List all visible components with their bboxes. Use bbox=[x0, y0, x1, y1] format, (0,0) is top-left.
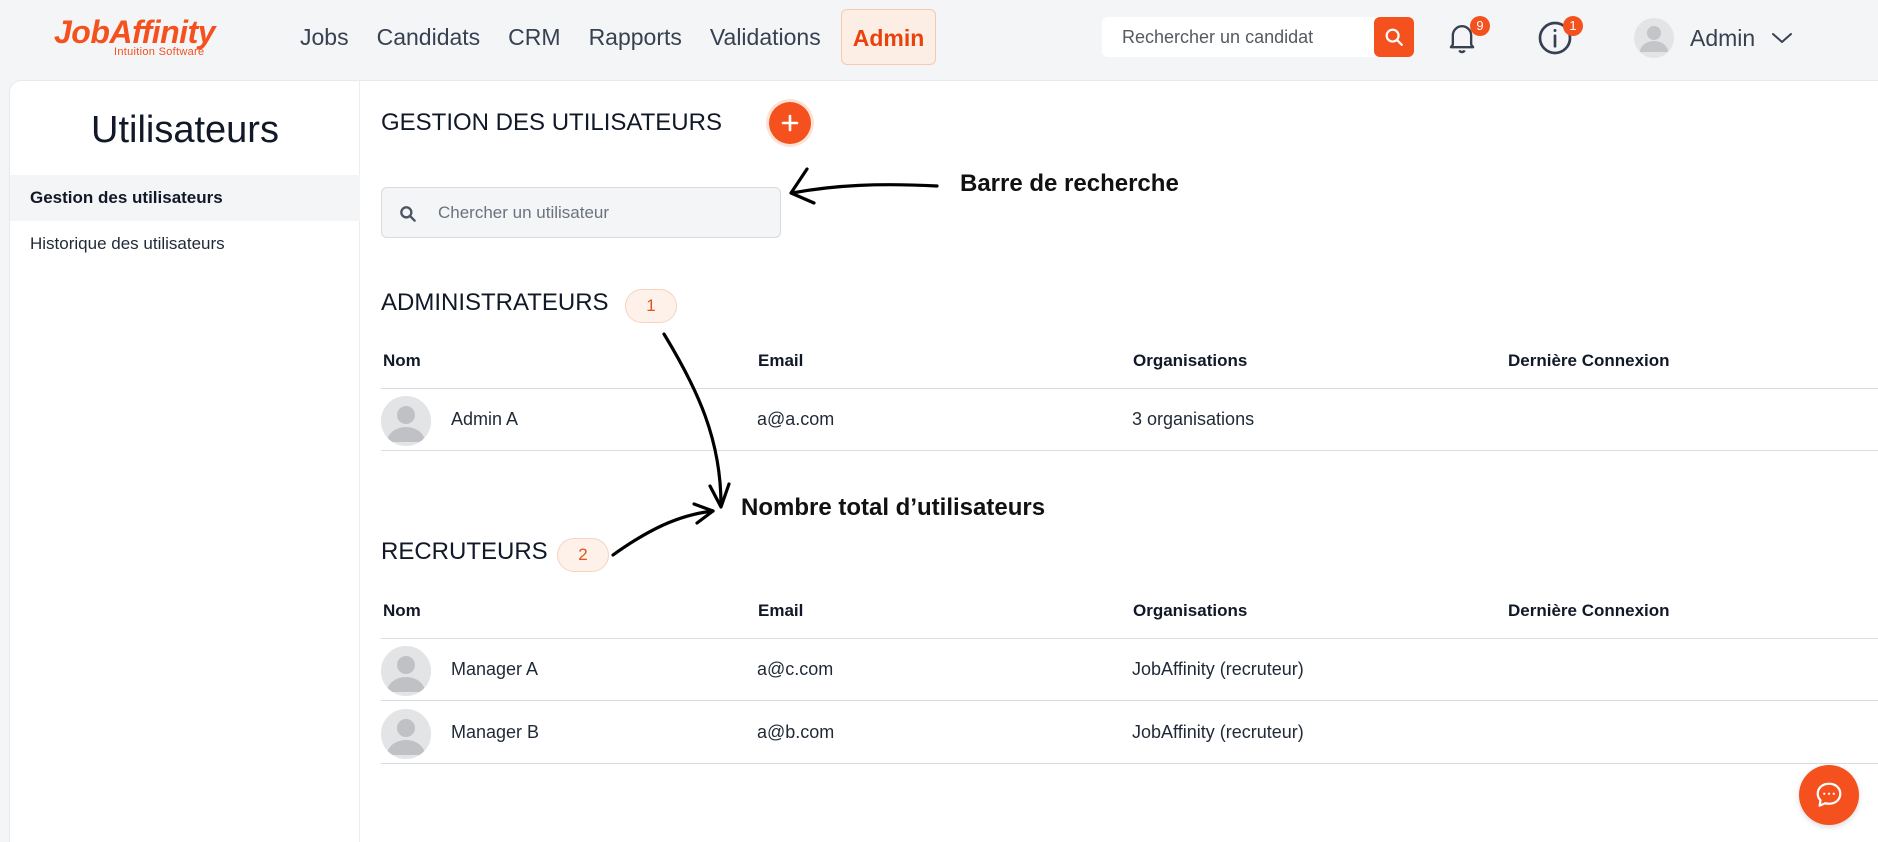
administrateurs-count-badge: 1 bbox=[625, 289, 677, 323]
recruteurs-count-badge: 2 bbox=[557, 538, 609, 572]
jobaffinity-logo[interactable]: JobAffinity Intuition Software bbox=[54, 14, 244, 60]
user-search-input[interactable] bbox=[438, 188, 768, 237]
section-title-administrateurs: ADMINISTRATEURS bbox=[381, 289, 609, 316]
column-header-nom[interactable]: Nom bbox=[383, 601, 421, 621]
search-icon bbox=[400, 206, 416, 222]
user-avatar bbox=[381, 709, 431, 759]
user-organisations-cell: 3 organisations bbox=[1132, 409, 1255, 429]
info-count-badge: 1 bbox=[1563, 16, 1583, 36]
logo-tagline: Intuition Software bbox=[114, 46, 205, 58]
user-name-cell: Admin A bbox=[451, 409, 519, 429]
user-name: Admin bbox=[1690, 24, 1756, 51]
user-name-cell: Manager B bbox=[451, 722, 540, 742]
annotation-total-users: Nombre total d’utilisateurs bbox=[741, 494, 1046, 521]
column-header-derniere-connexion[interactable]: Dernière Connexion bbox=[1508, 351, 1670, 371]
sidebar-title: Utilisateurs bbox=[91, 109, 279, 151]
column-header-nom[interactable]: Nom bbox=[383, 351, 421, 371]
chat-bubble-icon bbox=[1816, 782, 1842, 807]
plus-icon bbox=[781, 114, 799, 132]
user-search-field bbox=[381, 187, 781, 238]
info-button[interactable]: 1 bbox=[1533, 16, 1583, 60]
user-email-cell: a@b.com bbox=[757, 722, 835, 742]
search-icon bbox=[1385, 28, 1403, 46]
top-navigation-bar: JobAffinity Intuition Software Jobs Cand… bbox=[0, 0, 1878, 74]
sidebar: Utilisateurs Gestion des utilisateurs Hi… bbox=[10, 81, 360, 842]
chat-button[interactable] bbox=[1799, 765, 1859, 825]
user-email-cell: a@a.com bbox=[757, 409, 835, 429]
notifications-count-badge: 9 bbox=[1470, 16, 1490, 36]
table-row[interactable]: Manager B a@b.com JobAffinity (recruteur… bbox=[381, 702, 1878, 764]
section-title-recruteurs: RECRUTEURS bbox=[381, 538, 548, 565]
user-organisations-cell: JobAffinity (recruteur) bbox=[1132, 722, 1304, 742]
avatar-icon bbox=[381, 396, 431, 446]
column-header-derniere-connexion[interactable]: Dernière Connexion bbox=[1508, 601, 1670, 621]
table-header: Nom Email Organisations Dernière Connexi… bbox=[381, 341, 1878, 389]
column-header-organisations[interactable]: Organisations bbox=[1133, 601, 1247, 621]
notifications-button[interactable]: 9 bbox=[1440, 16, 1490, 60]
nav-item-rapports[interactable]: Rapports bbox=[575, 9, 696, 65]
user-avatar bbox=[381, 396, 431, 446]
nav-item-admin[interactable]: Admin bbox=[840, 9, 937, 65]
table-row[interactable]: Admin A a@a.com 3 organisations bbox=[381, 389, 1878, 451]
nav-item-jobs[interactable]: Jobs bbox=[286, 9, 363, 65]
column-header-organisations[interactable]: Organisations bbox=[1133, 351, 1247, 371]
user-menu[interactable]: Admin bbox=[1634, 16, 1793, 60]
sidebar-item-historique[interactable]: Historique des utilisateurs bbox=[10, 221, 360, 267]
nav-item-validations[interactable]: Validations bbox=[696, 9, 835, 65]
add-user-button[interactable] bbox=[769, 102, 811, 144]
candidate-search-button[interactable] bbox=[1374, 17, 1414, 57]
column-header-email[interactable]: Email bbox=[758, 601, 803, 621]
user-name-cell: Manager A bbox=[451, 659, 539, 679]
table-row[interactable]: Manager A a@c.com JobAffinity (recruteur… bbox=[381, 639, 1878, 701]
annotation-search-bar: Barre de recherche bbox=[960, 170, 1179, 197]
avatar-icon bbox=[381, 709, 431, 759]
table-header: Nom Email Organisations Dernière Connexi… bbox=[381, 591, 1878, 639]
avatar-icon bbox=[1634, 18, 1674, 58]
user-email-cell: a@c.com bbox=[757, 659, 834, 679]
page-title: GESTION DES UTILISATEURS bbox=[381, 109, 722, 136]
nav-item-candidats[interactable]: Candidats bbox=[363, 9, 495, 65]
content-card: Utilisateurs Gestion des utilisateurs Hi… bbox=[9, 80, 1878, 842]
user-organisations-cell: JobAffinity (recruteur) bbox=[1132, 659, 1304, 679]
avatar-icon bbox=[381, 646, 431, 696]
candidate-search-input[interactable] bbox=[1102, 17, 1372, 57]
logo-wordmark: JobAffinity bbox=[54, 14, 216, 50]
column-header-email[interactable]: Email bbox=[758, 351, 803, 371]
main-nav: Jobs Candidats CRM Rapports Validations … bbox=[286, 8, 937, 66]
sidebar-item-gestion[interactable]: Gestion des utilisateurs bbox=[10, 175, 360, 221]
nav-item-crm[interactable]: CRM bbox=[494, 9, 574, 65]
user-avatar bbox=[381, 646, 431, 696]
chevron-down-icon bbox=[1772, 33, 1793, 43]
candidate-search bbox=[1102, 17, 1414, 57]
